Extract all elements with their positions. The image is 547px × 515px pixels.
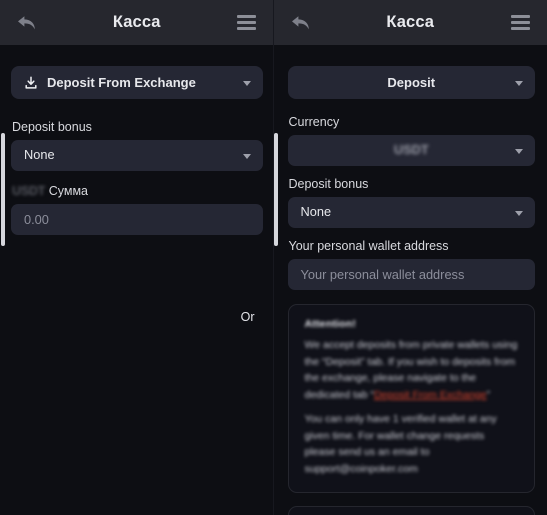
right-page-title: Касса: [386, 13, 435, 31]
left-pane: Касса Deposit From Exchange Deposit bonu…: [0, 0, 274, 515]
chevron-down-icon: [515, 80, 523, 86]
attention-notice-paragraph-1: We accept deposits from private wallets …: [305, 337, 519, 403]
download-icon: [24, 75, 38, 90]
notice-spacer: [305, 403, 519, 411]
amount-placeholder: 0.00: [24, 212, 49, 227]
hamburger-menu-icon[interactable]: [234, 10, 260, 36]
pane-divider: [273, 0, 274, 515]
attention-notice-title: Attention!: [304, 318, 357, 330]
wallet-address-placeholder: Your personal wallet address: [300, 267, 465, 282]
deposit-bonus-value: None: [24, 147, 55, 163]
deposit-bonus-value: None: [300, 204, 332, 220]
deposit-method-value: Deposit From Exchange: [47, 75, 196, 90]
chevron-down-icon: [515, 210, 523, 216]
chevron-down-icon: [242, 153, 251, 159]
or-separator-label: Or: [240, 310, 255, 324]
wallet-address-input[interactable]: Your personal wallet address: [287, 259, 535, 290]
left-pane-body: Deposit From Exchange Deposit bonus None…: [0, 66, 274, 515]
wallet-address-label: Your personal wallet address: [288, 239, 449, 253]
currency-label: Currency: [288, 115, 340, 129]
left-page-title: Касса: [112, 13, 161, 31]
right-appbar: Касса: [273, 0, 547, 45]
deposit-method-value: Deposit: [387, 75, 436, 90]
attention-notice-card: Attention! We accept deposits from priva…: [287, 304, 535, 493]
right-pane-body: Deposit Currency USDT Deposit bonus None: [273, 66, 547, 515]
deposit-method-select[interactable]: Deposit From Exchange: [11, 66, 263, 99]
currency-select[interactable]: USDT: [287, 135, 535, 166]
deposit-from-exchange-link[interactable]: Deposit From Exchange: [374, 389, 487, 401]
cashier-dual-pane-screen: Касса Deposit From Exchange Deposit bonu…: [0, 0, 547, 515]
amount-label: USDT Сумма: [12, 184, 263, 199]
right-pane-scrollbar[interactable]: [273, 133, 278, 246]
currency-value: USDT: [393, 142, 429, 158]
attention-text-after-link: ”: [486, 388, 491, 401]
left-pane-scrollbar[interactable]: [1, 133, 5, 246]
amount-input[interactable]: 0.00: [11, 204, 263, 235]
deposit-bonus-select[interactable]: None: [11, 140, 263, 171]
disclaimer-card: Disclaimer: [287, 506, 535, 515]
deposit-bonus-select[interactable]: None: [287, 197, 535, 228]
back-arrow-icon[interactable]: [288, 10, 314, 36]
right-pane: Касса Deposit Currency USDT Deposit bonu…: [273, 0, 547, 515]
back-arrow-icon[interactable]: [14, 10, 40, 36]
deposit-bonus-label: Deposit bonus: [288, 177, 369, 191]
attention-notice-paragraph-2: You can only have 1 verified wallet at a…: [304, 413, 497, 475]
deposit-method-select[interactable]: Deposit: [287, 66, 535, 99]
currency-tag: USDT: [12, 184, 46, 198]
chevron-down-icon: [242, 80, 251, 86]
left-appbar: Касса: [0, 0, 274, 45]
hamburger-menu-icon[interactable]: [507, 10, 533, 36]
amount-label-text: Сумма: [48, 184, 88, 198]
deposit-bonus-label: Deposit bonus: [12, 120, 92, 134]
chevron-down-icon: [515, 148, 523, 154]
